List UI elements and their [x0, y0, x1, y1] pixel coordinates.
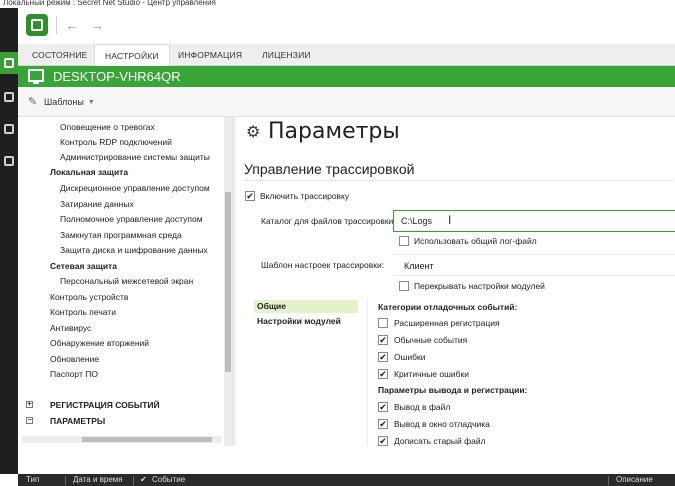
tree-item[interactable]: Дискреционное управление доступом — [60, 181, 210, 196]
pencil-icon: ✎ — [28, 96, 38, 108]
panel-spacer — [18, 446, 675, 474]
tab-information[interactable]: ИНФОРМАЦИЯ — [168, 44, 252, 66]
column-separator — [65, 476, 66, 485]
trace-template-select[interactable]: Клиент — [393, 254, 675, 276]
text-cursor-icon: I — [448, 213, 452, 227]
expand-icon[interactable]: + — [26, 401, 33, 408]
enable-tracing-checkbox[interactable]: ✔ — [245, 191, 255, 201]
forward-arrow-icon[interactable]: → — [88, 16, 106, 34]
output-debugger-checkbox[interactable]: ✔ — [378, 419, 388, 429]
subnav-module-settings[interactable]: Настройки модулей — [257, 315, 341, 328]
column-type[interactable]: Тип — [26, 474, 39, 486]
errors-label: Ошибки — [394, 352, 426, 362]
nav-clipboard-icon[interactable] — [0, 150, 18, 172]
output-file-checkbox[interactable]: ✔ — [378, 402, 388, 412]
tree-item[interactable]: Контроль RDP подключений — [60, 135, 172, 150]
toolbar-divider — [56, 16, 57, 34]
page-title: Параметры — [268, 119, 400, 144]
collapse-icon[interactable]: − — [26, 417, 33, 424]
output-debugger-label: Вывод в окно отладчика — [394, 419, 490, 429]
column-event[interactable]: Событие — [152, 474, 185, 486]
templates-bar: ✎ Шаблоны ▼ — [18, 87, 675, 117]
chevron-down-icon: ▼ — [87, 98, 95, 106]
tree-horizontal-scrollbar[interactable] — [22, 436, 222, 443]
nav-computers-icon[interactable] — [0, 52, 18, 74]
main-tabs: СОСТОЯНИЕ НАСТРОЙКИ ИНФОРМАЦИЯ ЛИЦЕНЗИИ — [18, 44, 675, 67]
tree-item[interactable]: Антивирус — [50, 321, 91, 336]
left-nav-bar — [0, 8, 18, 474]
column-separator — [608, 476, 609, 485]
subnav-general[interactable]: Общие — [257, 300, 286, 313]
tab-status[interactable]: СОСТОЯНИЕ — [22, 44, 98, 66]
computer-icon — [28, 69, 44, 84]
parameters-panel: ⚙ Параметры Управление трассировкой ✔ Вк… — [236, 117, 675, 446]
enable-tracing-label: Включить трассировку — [260, 191, 350, 201]
tree-item[interactable]: Защита диска и шифрование данных — [60, 243, 208, 258]
catalog-label: Каталог для файлов трассировки: — [261, 216, 396, 226]
tree-item[interactable]: Контроль устройств — [50, 290, 128, 305]
normal-events-checkbox[interactable]: ✔ — [378, 335, 388, 345]
append-old-file-checkbox[interactable]: ✔ — [378, 436, 388, 446]
tree-item[interactable]: Полномочное управление доступом — [60, 212, 203, 227]
catalog-path-input[interactable]: C:\Logs — [393, 210, 675, 232]
tab-licenses[interactable]: ЛИЦЕНЗИИ — [252, 44, 321, 66]
top-toolbar: ← → — [18, 8, 675, 44]
column-event-checkbox[interactable]: ✔ — [140, 474, 147, 486]
override-modules-checkbox[interactable] — [399, 281, 409, 291]
tree-item[interactable]: Сетевая защита — [50, 259, 117, 274]
override-modules-label: Перекрывать настройки модулей — [414, 281, 545, 291]
events-column-header: Тип Дата и время ✔ Событие Описание — [18, 474, 675, 486]
gears-icon: ⚙ — [246, 124, 261, 141]
column-datetime[interactable]: Дата и время — [73, 474, 123, 486]
column-separator — [133, 476, 134, 485]
templates-button[interactable]: ✎ Шаблоны ▼ — [28, 95, 95, 109]
extended-logging-checkbox[interactable] — [378, 318, 388, 328]
extended-logging-label: Расширенная регистрация — [394, 318, 500, 328]
append-old-file-label: Дописать старый файл — [394, 436, 486, 446]
window-title: Локальный режим : Secret Net Studio - Це… — [0, 0, 675, 8]
template-label: Шаблон настроек трассировки: — [261, 260, 385, 270]
computer-name: DESKTOP-VHR64QR — [53, 69, 181, 84]
critical-errors-label: Критичные ошибки — [394, 369, 470, 379]
section-divider — [244, 180, 674, 181]
debug-categories-header: Категории отладочных событий: — [378, 302, 518, 312]
tree-item[interactable]: Паспорт ПО — [50, 367, 98, 382]
tree-item[interactable]: Оповещение о тревогах — [60, 120, 155, 135]
computer-header: DESKTOP-VHR64QR — [18, 66, 675, 87]
normal-events-label: Обычные события — [394, 335, 468, 345]
section-title: Управление трассировкой — [244, 161, 415, 177]
use-common-log-label: Использовать общий лог-файл — [414, 236, 537, 246]
tree-item[interactable]: Обновление — [50, 352, 99, 367]
errors-checkbox[interactable]: ✔ — [378, 352, 388, 362]
back-arrow-icon[interactable]: ← — [63, 16, 81, 34]
tree-group-label: РЕГИСТРАЦИЯ СОБЫТИЙ — [50, 400, 160, 410]
tree-item[interactable]: Локальная защита — [50, 165, 128, 180]
nav-monitor-icon[interactable] — [0, 86, 18, 108]
app-logo-icon[interactable] — [26, 14, 48, 36]
tree-item[interactable]: Персональный межсетевой экран — [60, 274, 193, 289]
templates-label: Шаблоны — [44, 97, 84, 107]
tree-item[interactable]: Обнаружение вторжений — [50, 336, 149, 351]
critical-errors-checkbox[interactable]: ✔ — [378, 369, 388, 379]
column-description[interactable]: Описание — [616, 474, 653, 486]
output-params-header: Параметры вывода и регистрации: — [378, 385, 528, 395]
tree-item[interactable]: Затирание данных — [60, 197, 134, 212]
tree-item[interactable]: Контроль печати — [50, 305, 116, 320]
tab-settings[interactable]: НАСТРОЙКИ — [94, 44, 170, 67]
tree-vertical-scrollbar[interactable] — [224, 117, 232, 446]
tree-item[interactable]: Замкнутая программная среда — [60, 228, 182, 243]
use-common-log-checkbox[interactable] — [399, 236, 409, 246]
tree-item[interactable]: Администрирование системы защиты — [60, 150, 210, 165]
scrollbar-thumb[interactable] — [225, 192, 231, 372]
tree-group-label: ПАРАМЕТРЫ — [50, 416, 106, 426]
settings-tree: Оповещение о тревогах Контроль RDP подкл… — [18, 117, 224, 446]
nav-grid-icon[interactable] — [0, 118, 18, 140]
scrollbar-thumb[interactable] — [82, 437, 212, 442]
subnav-divider — [367, 299, 368, 446]
output-file-label: Вывод в файл — [394, 402, 451, 412]
